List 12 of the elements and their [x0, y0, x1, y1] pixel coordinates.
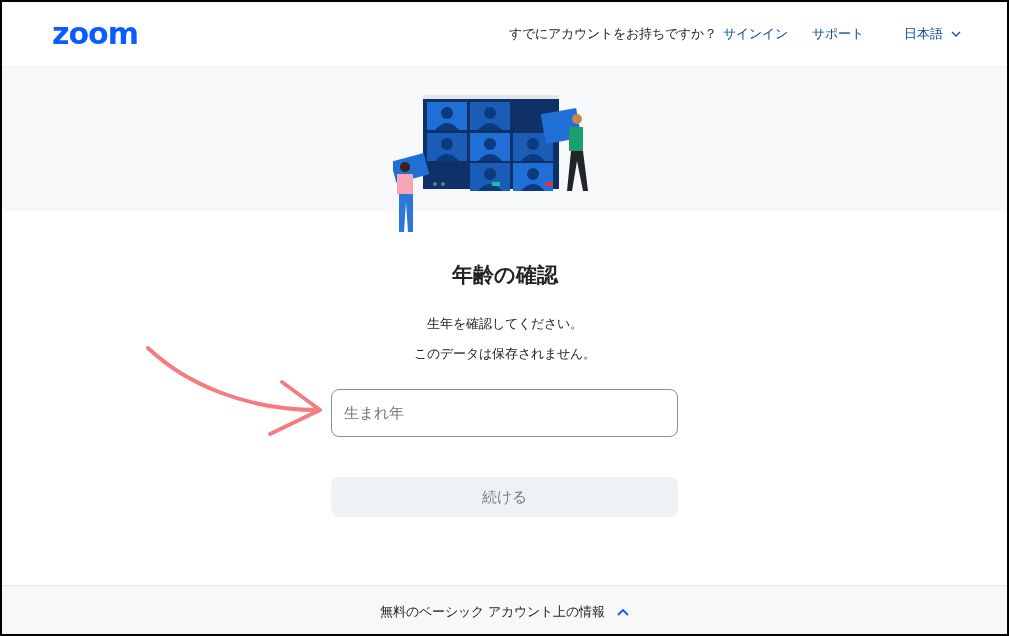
- zoom-logo[interactable]: zoom: [52, 19, 138, 49]
- chevron-down-icon: [951, 31, 961, 37]
- sign-in-link[interactable]: サインイン: [723, 25, 788, 43]
- basic-account-info-toggle[interactable]: 無料のベーシック アカウント上の情報: [379, 603, 630, 621]
- account-prompt: すでにアカウントをお持ちですか？: [509, 25, 717, 43]
- instruction-text: このデータは保存されません。: [413, 345, 596, 363]
- support-link[interactable]: サポート: [812, 25, 864, 43]
- chevron-up-icon: [617, 608, 630, 616]
- page-title: 年齢の確認: [451, 262, 558, 289]
- birth-year-field[interactable]: 生まれ年: [331, 389, 678, 437]
- language-dropdown[interactable]: 日本語: [904, 25, 961, 43]
- instruction-text: 生年を確認してください。: [426, 315, 583, 333]
